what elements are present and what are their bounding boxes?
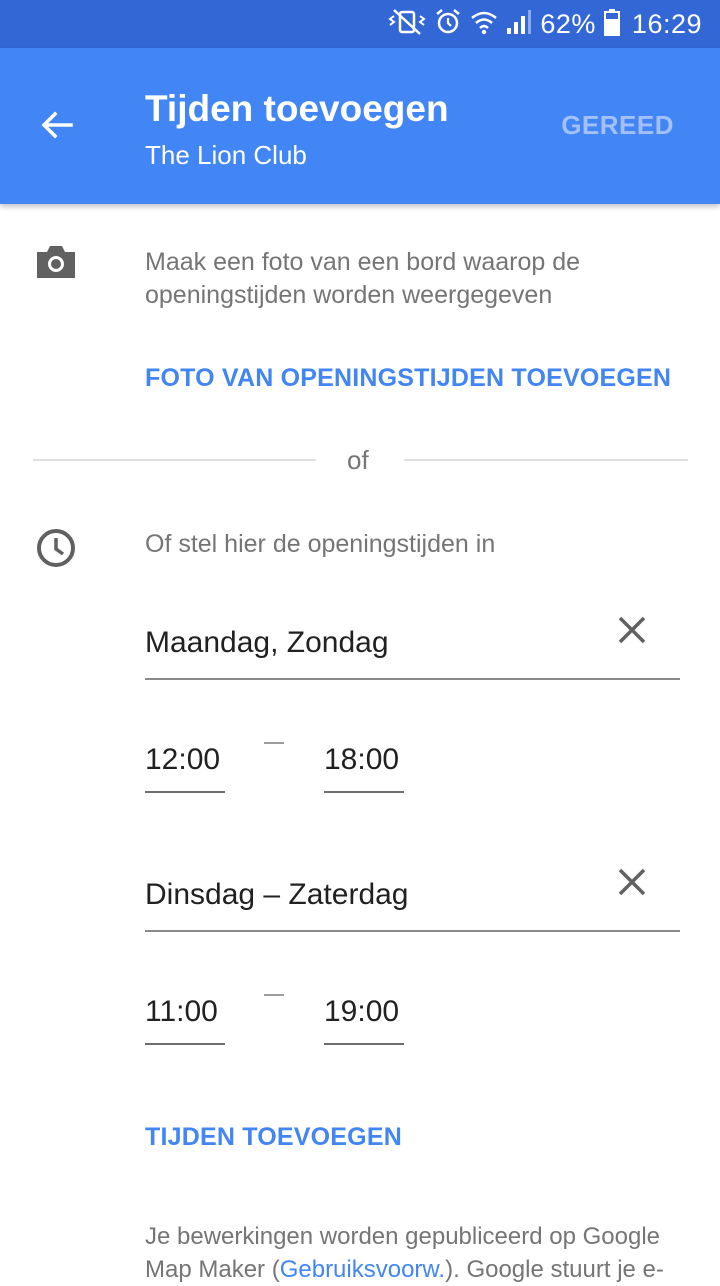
clock: 16:29 xyxy=(631,8,702,39)
battery-icon xyxy=(603,8,620,41)
photo-instructions: Maak een foto van een bord waarop de ope… xyxy=(145,248,581,309)
close-time: 18:00 xyxy=(324,743,400,776)
mute-vibrate-icon xyxy=(388,8,427,41)
days-label: Dinsdag – Zaterdag xyxy=(145,878,409,911)
open-time-field-2[interactable]: 11:00 xyxy=(145,993,225,1045)
remove-hours-button-2[interactable] xyxy=(608,858,656,906)
wifi-icon xyxy=(470,8,498,41)
signal-icon xyxy=(506,8,532,41)
open-time: 12:00 xyxy=(145,743,221,776)
camera-icon xyxy=(34,240,78,284)
clock-icon xyxy=(34,526,78,570)
done-button[interactable]: GEREED xyxy=(561,110,674,141)
open-time-field-1[interactable]: 12:00 xyxy=(145,741,225,793)
page-title: Tijden toevoegen xyxy=(145,88,449,129)
or-label: of xyxy=(347,445,369,475)
place-name: The Lion Club xyxy=(145,140,307,170)
days-selector-2[interactable]: Dinsdag – Zaterdag xyxy=(145,870,680,932)
close-time-field-1[interactable]: 18:00 xyxy=(324,741,404,793)
add-hours-button[interactable]: TIJDEN TOEVOEGEN xyxy=(145,1123,402,1152)
alarm-icon xyxy=(434,8,462,41)
app-bar: Tijden toevoegen The Lion Club GEREED xyxy=(0,48,720,204)
battery-percentage: 62% xyxy=(540,8,596,39)
hours-prompt: Of stel hier de openingstijden in xyxy=(145,530,496,558)
back-arrow-icon xyxy=(41,111,73,139)
remove-hours-button-1[interactable] xyxy=(608,606,656,654)
divider-left xyxy=(33,459,316,461)
close-time: 19:00 xyxy=(324,995,400,1028)
add-photo-button[interactable]: FOTO VAN OPENINGSTIJDEN TOEVOEGEN xyxy=(145,364,671,393)
terms-link[interactable]: Gebruiksvoorw. xyxy=(280,1256,445,1283)
notice-text-end: ). Google stuurt je e- xyxy=(445,1256,664,1283)
close-icon xyxy=(618,616,646,644)
status-bar: 62% 16:29 xyxy=(0,0,720,48)
close-icon xyxy=(618,868,646,896)
days-label: Maandag, Zondag xyxy=(145,626,389,659)
open-time: 11:00 xyxy=(145,995,218,1028)
close-time-field-2[interactable]: 19:00 xyxy=(324,993,404,1045)
status-icons: 62% 16:29 xyxy=(380,0,702,48)
divider-right xyxy=(404,459,688,461)
time-range-dash xyxy=(264,742,284,744)
publish-notice: Je bewerkingen worden gepubliceerd op Go… xyxy=(145,1220,685,1286)
time-range-dash xyxy=(264,994,284,996)
days-selector-1[interactable]: Maandag, Zondag xyxy=(145,618,680,680)
back-button[interactable] xyxy=(22,90,92,160)
